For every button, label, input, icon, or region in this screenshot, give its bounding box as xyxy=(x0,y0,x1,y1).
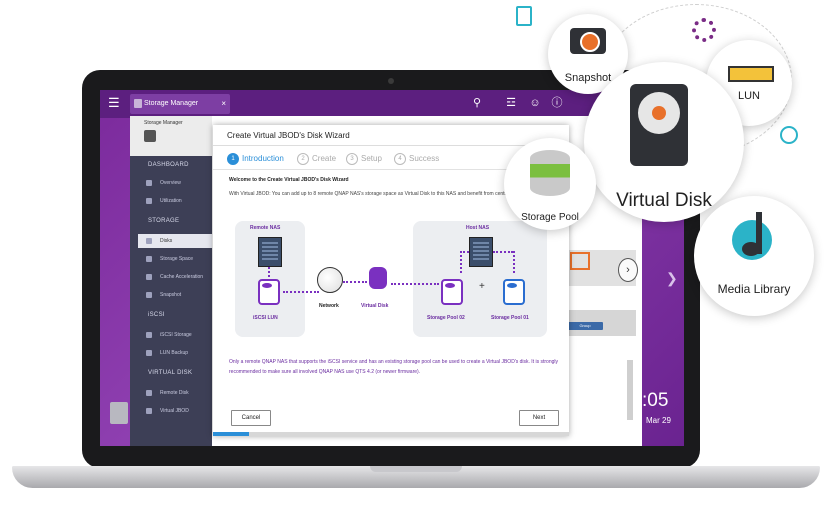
next-button[interactable]: Next xyxy=(519,410,559,426)
menu-icon[interactable]: ☰ xyxy=(108,96,122,110)
step-success: 4 Success xyxy=(394,153,439,165)
divider xyxy=(213,145,569,146)
cancel-button[interactable]: Cancel xyxy=(231,410,271,426)
storage-pool-01-icon xyxy=(503,279,525,305)
plus-sign: + xyxy=(479,281,485,292)
edit-icon xyxy=(570,252,590,270)
virtual-disk-bubble: Virtual Disk xyxy=(584,62,744,222)
virtual-disk-label: Virtual Disk xyxy=(361,303,389,309)
music-note-icon xyxy=(732,212,772,260)
storage-pool-bubble: Storage Pool xyxy=(504,138,596,230)
media-library-bubble: Media Library xyxy=(694,196,814,316)
app-tab-storage-manager[interactable]: Storage Manager × xyxy=(130,94,230,114)
webcam xyxy=(388,78,394,84)
user-icon[interactable]: ☺ xyxy=(528,96,542,110)
storage-pool-label: Storage Pool xyxy=(521,212,579,223)
step-create: 2 Create xyxy=(297,153,336,165)
sidebar-item-cache-acceleration[interactable]: Cache Acceleration xyxy=(138,270,212,284)
wizard-progress-fill xyxy=(213,432,249,436)
sidebar-section-storage: STORAGE xyxy=(148,218,180,224)
iscsi-icon xyxy=(146,332,152,338)
chevron-right-icon[interactable]: › xyxy=(618,258,638,282)
host-nas-label: Host NAS xyxy=(466,225,490,231)
desktop-next-icon[interactable]: ❯ xyxy=(666,270,678,287)
virtual-jbod-icon xyxy=(146,408,152,414)
sidebar-item-virtual-jbod[interactable]: Virtual JBOD xyxy=(138,404,212,418)
remote-nas-icon xyxy=(258,237,282,267)
gear-icon xyxy=(692,18,716,42)
window-title-area: Storage Manager xyxy=(130,116,212,156)
lun-backup-icon xyxy=(146,350,152,356)
step-setup: 3 Setup xyxy=(346,153,382,165)
storage-manager-icon xyxy=(134,99,142,108)
window-title: Storage Manager xyxy=(144,120,183,126)
background-task-icon[interactable]: ☲ xyxy=(504,96,518,110)
sidebar-item-storage-space[interactable]: Storage Space xyxy=(138,252,212,266)
storage-pool-02-icon xyxy=(441,279,463,305)
scrollbar[interactable] xyxy=(627,360,633,420)
storage-manager-logo-icon xyxy=(144,130,156,142)
sidebar-item-iscsi-storage[interactable]: iSCSI Storage xyxy=(138,328,212,342)
connector xyxy=(343,281,367,283)
document-icon xyxy=(516,6,532,26)
snapshot-icon xyxy=(146,292,152,298)
hard-disk-icon xyxy=(630,84,688,166)
storage-pool-02-label: Storage Pool 02 xyxy=(427,315,465,321)
connector xyxy=(460,251,469,253)
virtual-disk-icon xyxy=(369,267,387,289)
cache-icon xyxy=(146,274,152,280)
app-tab-label: Storage Manager xyxy=(144,100,199,107)
search-icon[interactable]: ⚲ xyxy=(470,96,484,110)
wizard-heading: Welcome to the Create Virtual JBOD's Dis… xyxy=(229,177,349,183)
step-introduction: 1 Introduction xyxy=(227,153,284,165)
sidebar-item-utilization[interactable]: Utilization xyxy=(138,194,212,208)
sidebar-item-lun-backup[interactable]: LUN Backup xyxy=(138,346,212,360)
disks-icon xyxy=(146,238,152,244)
wizard-note: Only a remote QNAP NAS that supports the… xyxy=(229,359,558,375)
network-globe-icon xyxy=(317,267,343,293)
camera-icon xyxy=(570,28,606,54)
wizard-title: Create Virtual JBOD's Disk Wizard xyxy=(227,131,350,140)
iscsi-lun-label: iSCSI LUN xyxy=(253,315,278,321)
remote-nas-label: Remote NAS xyxy=(250,225,281,231)
storage-pool-01-label: Storage Pool 01 xyxy=(491,315,529,321)
sidebar-item-remote-disk[interactable]: Remote Disk xyxy=(138,386,212,400)
wizard-progress-bar xyxy=(213,432,569,436)
sidebar-section-dashboard: DASHBOARD xyxy=(148,162,189,168)
close-icon[interactable]: × xyxy=(221,99,226,108)
group-button[interactable]: Group xyxy=(567,322,603,330)
memory-icon xyxy=(728,66,774,82)
clock-icon xyxy=(780,126,798,144)
sidebar: DASHBOARD Overview Utilization STORAGE D… xyxy=(130,156,212,446)
iscsi-lun-icon xyxy=(258,279,280,305)
host-nas-icon xyxy=(469,237,493,267)
sidebar-section-iscsi: iSCSI xyxy=(148,312,165,318)
sidebar-item-disks[interactable]: Disks xyxy=(138,234,212,248)
media-library-label: Media Library xyxy=(717,282,791,296)
connector xyxy=(513,251,515,273)
overview-icon xyxy=(146,180,152,186)
clock-date: Mar 29 xyxy=(646,416,671,425)
clock-time: :05 xyxy=(642,390,669,411)
connector xyxy=(493,251,513,253)
connector xyxy=(391,283,439,285)
sidebar-section-virtual-disk: VIRTUAL DISK xyxy=(148,370,193,376)
utilization-icon xyxy=(146,198,152,204)
trash-icon[interactable] xyxy=(110,402,128,424)
sidebar-item-snapshot[interactable]: Snapshot xyxy=(138,288,212,302)
database-icon xyxy=(530,150,570,196)
sidebar-item-overview[interactable]: Overview xyxy=(138,176,212,190)
laptop-notch xyxy=(370,466,462,472)
connector xyxy=(460,251,462,273)
connector xyxy=(268,267,270,277)
storage-space-icon xyxy=(146,256,152,262)
network-label: Network xyxy=(319,303,339,309)
connector xyxy=(283,291,319,293)
info-icon[interactable]: ⓘ xyxy=(550,96,564,110)
remote-disk-icon xyxy=(146,390,152,396)
